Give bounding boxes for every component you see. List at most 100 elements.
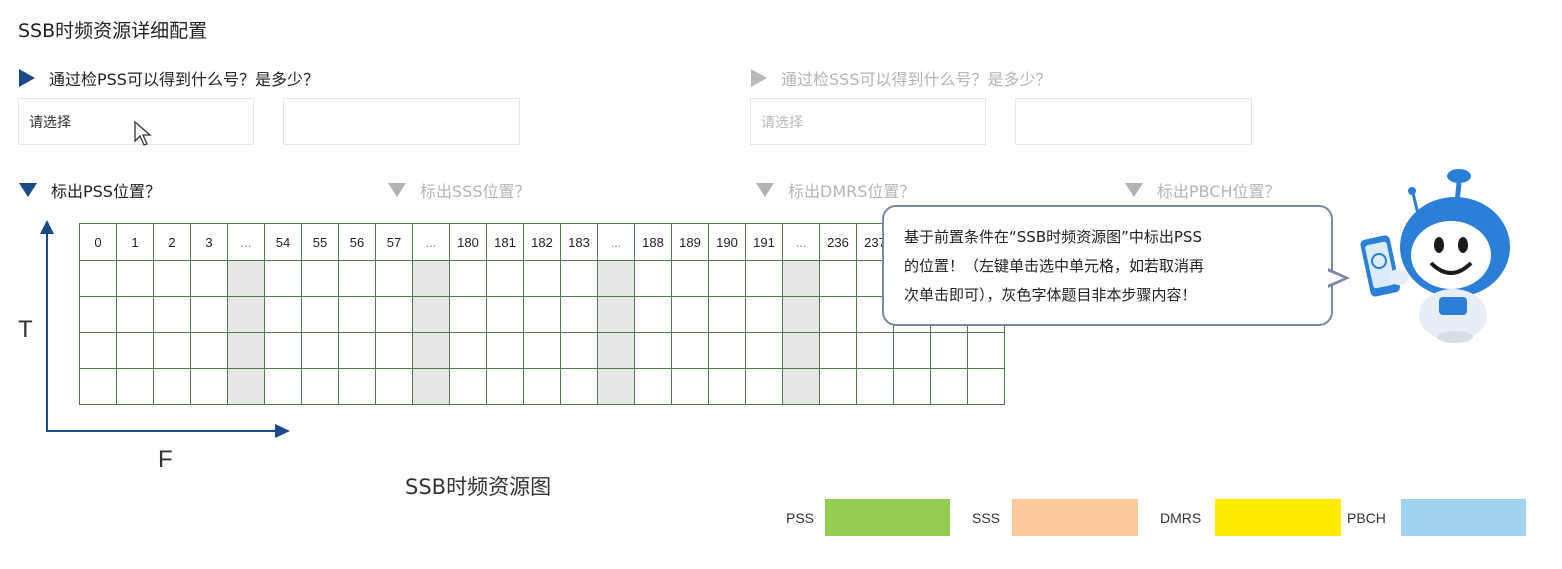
sss-value-field[interactable]	[1015, 98, 1252, 145]
grid-cell[interactable]	[745, 296, 783, 333]
tab-mark-pbch[interactable]: 标出PBCH位置？	[1125, 178, 1281, 202]
grid-cell[interactable]	[671, 260, 709, 297]
grid-cell[interactable]	[190, 332, 228, 369]
grid-cell[interactable]	[227, 260, 265, 297]
grid-cell[interactable]	[745, 368, 783, 405]
grid-cell[interactable]	[301, 296, 339, 333]
grid-cell[interactable]	[782, 260, 820, 297]
grid-cell[interactable]	[930, 332, 968, 369]
grid-cell[interactable]	[153, 332, 191, 369]
grid-cell[interactable]	[597, 296, 635, 333]
grid-cell[interactable]	[819, 260, 857, 297]
grid-cell[interactable]	[412, 332, 450, 369]
grid-cell[interactable]	[227, 296, 265, 333]
grid-cell[interactable]	[190, 260, 228, 297]
grid-cell[interactable]	[79, 260, 117, 297]
grid-cell[interactable]	[560, 332, 598, 369]
grid-cell[interactable]	[819, 296, 857, 333]
grid-cell[interactable]	[338, 368, 376, 405]
tab-mark-pss[interactable]: 标出PSS位置？	[19, 178, 161, 202]
grid-cell[interactable]	[634, 368, 672, 405]
grid-cell[interactable]	[634, 332, 672, 369]
grid-cell[interactable]	[856, 332, 894, 369]
grid-cell[interactable]	[708, 296, 746, 333]
grid-cell[interactable]	[79, 368, 117, 405]
grid-cell[interactable]	[264, 368, 302, 405]
grid-cell[interactable]	[375, 296, 413, 333]
grid-cell[interactable]	[116, 332, 154, 369]
grid-cell[interactable]	[153, 296, 191, 333]
grid-cell[interactable]	[782, 368, 820, 405]
grid-cell[interactable]	[486, 332, 524, 369]
grid-cell[interactable]	[597, 368, 635, 405]
grid-cell[interactable]	[449, 368, 487, 405]
grid-cell[interactable]	[301, 260, 339, 297]
grid-cell[interactable]	[412, 260, 450, 297]
grid-cell[interactable]	[708, 368, 746, 405]
tab-mark-sss[interactable]: 标出SSS位置？	[388, 178, 530, 202]
grid-cell[interactable]	[375, 368, 413, 405]
grid-cell[interactable]	[745, 260, 783, 297]
grid-cell[interactable]	[634, 296, 672, 333]
grid-cell[interactable]	[116, 260, 154, 297]
grid-cell[interactable]	[227, 332, 265, 369]
grid-cell[interactable]	[523, 368, 561, 405]
grid-cell[interactable]	[671, 368, 709, 405]
grid-cell[interactable]	[560, 260, 598, 297]
grid-cell[interactable]	[893, 332, 931, 369]
sss-select[interactable]: 请选择	[750, 98, 986, 145]
grid-cell[interactable]	[671, 296, 709, 333]
pss-value-field[interactable]	[283, 98, 520, 145]
grid-cell[interactable]	[153, 260, 191, 297]
grid-cell[interactable]	[264, 260, 302, 297]
grid-cell[interactable]	[338, 296, 376, 333]
grid-cell[interactable]	[634, 260, 672, 297]
grid-cell[interactable]	[301, 368, 339, 405]
grid-cell[interactable]	[264, 296, 302, 333]
grid-cell[interactable]	[856, 368, 894, 405]
grid-cell[interactable]	[782, 332, 820, 369]
grid-cell[interactable]	[597, 260, 635, 297]
grid-cell[interactable]	[449, 260, 487, 297]
grid-cell[interactable]	[449, 332, 487, 369]
grid-cell[interactable]	[79, 332, 117, 369]
grid-cell[interactable]	[412, 368, 450, 405]
grid-cell[interactable]	[116, 296, 154, 333]
grid-cell[interactable]	[116, 368, 154, 405]
grid-cell[interactable]	[523, 260, 561, 297]
grid-cell[interactable]	[375, 332, 413, 369]
grid-cell[interactable]	[930, 368, 968, 405]
grid-cell[interactable]	[819, 368, 857, 405]
grid-cell[interactable]	[708, 260, 746, 297]
grid-cell[interactable]	[967, 368, 1005, 405]
grid-cell[interactable]	[227, 368, 265, 405]
grid-cell[interactable]	[708, 332, 746, 369]
grid-cell[interactable]	[671, 332, 709, 369]
grid-cell[interactable]	[486, 260, 524, 297]
grid-cell[interactable]	[79, 296, 117, 333]
grid-cell[interactable]	[819, 332, 857, 369]
grid-cell[interactable]	[523, 296, 561, 333]
grid-cell[interactable]	[893, 368, 931, 405]
grid-cell[interactable]	[449, 296, 487, 333]
grid-cell[interactable]	[486, 296, 524, 333]
grid-cell[interactable]	[153, 368, 191, 405]
grid-header-cell: 188	[634, 223, 672, 261]
grid-cell[interactable]	[745, 332, 783, 369]
grid-cell[interactable]	[597, 332, 635, 369]
tab-mark-dmrs[interactable]: 标出DMRS位置？	[756, 178, 915, 202]
grid-cell[interactable]	[486, 368, 524, 405]
grid-cell[interactable]	[190, 296, 228, 333]
grid-cell[interactable]	[301, 332, 339, 369]
grid-cell[interactable]	[190, 368, 228, 405]
grid-cell[interactable]	[523, 332, 561, 369]
grid-cell[interactable]	[967, 332, 1005, 369]
grid-cell[interactable]	[412, 296, 450, 333]
grid-cell[interactable]	[560, 368, 598, 405]
grid-cell[interactable]	[264, 332, 302, 369]
grid-cell[interactable]	[338, 260, 376, 297]
grid-cell[interactable]	[560, 296, 598, 333]
grid-cell[interactable]	[338, 332, 376, 369]
grid-cell[interactable]	[782, 296, 820, 333]
grid-cell[interactable]	[375, 260, 413, 297]
